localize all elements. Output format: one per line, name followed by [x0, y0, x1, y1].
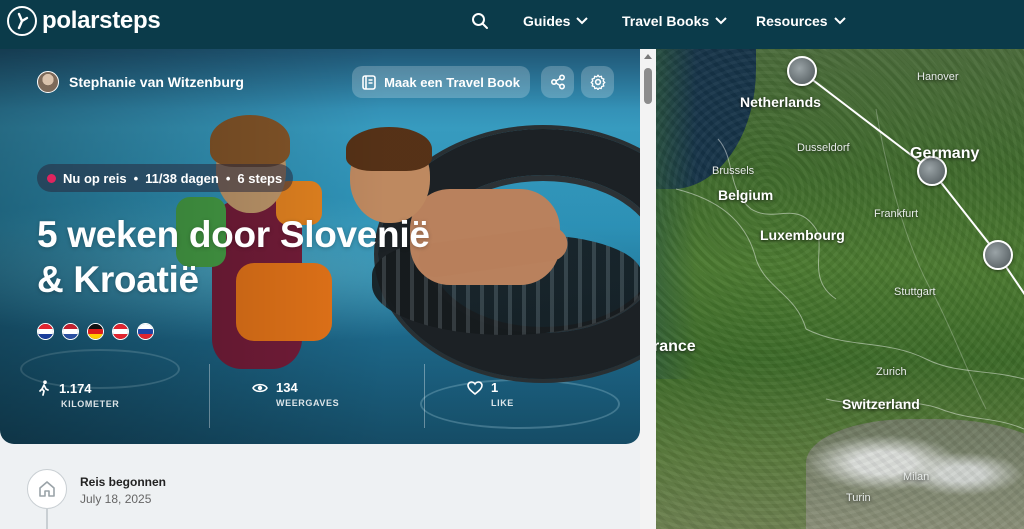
home-icon — [27, 469, 67, 509]
polarsteps-logo[interactable]: polarsteps — [7, 6, 161, 36]
trip-cover-photo: Stephanie van Witzenburg Maak een Travel… — [0, 49, 640, 444]
nav-travel-books-label: Travel Books — [622, 13, 710, 29]
top-navigation: polarsteps Guides Travel Books Resources — [0, 0, 1024, 49]
book-icon — [362, 74, 376, 90]
logo-text: polarsteps — [42, 7, 161, 34]
trip-days: 11/38 dagen — [145, 170, 219, 186]
create-travel-book-button[interactable]: Maak een Travel Book — [352, 66, 530, 98]
trip-stats: 1.174 KILOMETER 134 WEERGAVES 1 LIKE — [0, 364, 640, 444]
live-indicator-dot — [47, 173, 56, 183]
nav-guides[interactable]: Guides — [523, 13, 589, 29]
flag-icon-slovenia — [137, 323, 154, 340]
flag-icon-croatia — [37, 323, 54, 340]
timeline-start-title: Reis begonnen — [80, 475, 167, 489]
map-step-marker[interactable] — [787, 56, 817, 86]
map-label-netherlands: Netherlands — [740, 94, 821, 110]
author-name: Stephanie van Witzenburg — [69, 74, 244, 90]
stat-likes-label: LIKE — [491, 398, 514, 408]
map-label-luxembourg: Luxembourg — [760, 227, 845, 243]
map-label-frankfurt: Frankfurt — [874, 208, 919, 220]
stat-views-label: WEERGAVES — [276, 398, 340, 408]
share-button[interactable] — [541, 66, 574, 98]
stat-views-value: 134 — [276, 380, 298, 395]
map-label-switzerland: Switzerland — [842, 396, 920, 412]
settings-button[interactable] — [581, 66, 614, 98]
map-label-dusseldorf: Dusseldorf — [797, 142, 850, 154]
stat-distance-value: 1.174 — [59, 380, 92, 396]
scrollbar-thumb[interactable] — [644, 68, 652, 104]
scroll-up-arrow-icon[interactable] — [644, 54, 652, 59]
map-label-brussels: Brussels — [712, 165, 755, 177]
stat-distance-label: KILOMETER — [61, 399, 120, 409]
eye-icon — [252, 383, 268, 392]
trip-status-pill: Nu op reis • 11/38 dagen • 6 steps — [37, 164, 294, 192]
map-label-germany: Germany — [910, 145, 980, 162]
walker-icon — [39, 380, 49, 396]
timeline-start-date: July 18, 2025 — [80, 492, 152, 506]
trip-timeline: Reis begonnen July 18, 2025 — [0, 444, 640, 529]
trip-title: 5 weken door Slovenië & Kroatië — [37, 214, 430, 300]
separator: • — [133, 170, 139, 186]
trip-steps-count: 6 steps — [237, 170, 283, 186]
map-label-stuttgart: Stuttgart — [894, 286, 936, 298]
map-label-turin: Turin — [846, 492, 871, 504]
search-icon[interactable] — [471, 12, 491, 32]
trip-author[interactable]: Stephanie van Witzenburg — [37, 71, 244, 93]
map-label-zurich: Zurich — [876, 366, 907, 378]
gear-icon — [590, 74, 605, 90]
travel-book-label: Maak een Travel Book — [384, 74, 520, 90]
stat-likes[interactable]: 1 LIKE — [467, 380, 514, 408]
live-status: Nu op reis — [63, 170, 127, 186]
flag-icon-netherlands — [62, 323, 79, 340]
map-label-milan: Milan — [903, 471, 930, 483]
share-icon — [550, 74, 565, 90]
nav-resources[interactable]: Resources — [756, 13, 846, 29]
map-step-marker[interactable] — [983, 240, 1013, 270]
map-label-belgium: Belgium — [718, 187, 774, 203]
stat-likes-value: 1 — [491, 380, 499, 395]
country-flags — [37, 323, 154, 340]
heart-icon — [467, 380, 483, 395]
chevron-down-icon — [715, 17, 727, 25]
trip-panel: Stephanie van Witzenburg Maak een Travel… — [0, 49, 640, 529]
nav-resources-label: Resources — [756, 13, 828, 29]
flag-icon-germany — [87, 323, 104, 340]
map-borders — [675, 70, 1024, 430]
stat-views: 134 WEERGAVES — [252, 380, 339, 408]
route-line — [800, 70, 1024, 296]
trip-map[interactable]: Hanover Netherlands Germany Dusseldorf B… — [656, 49, 1024, 529]
map-label-hanover: Hanover — [917, 71, 959, 83]
nav-guides-label: Guides — [523, 13, 571, 29]
stat-distance: 1.174 KILOMETER — [37, 380, 119, 409]
separator: • — [225, 170, 231, 186]
nav-travel-books[interactable]: Travel Books — [622, 13, 727, 29]
flag-icon-austria — [112, 323, 129, 340]
chevron-down-icon — [833, 17, 846, 25]
avatar — [37, 71, 59, 93]
polarsteps-logo-icon — [7, 6, 37, 36]
map-label-france: rance — [656, 338, 696, 355]
chevron-down-icon — [576, 17, 589, 25]
trip-panel-scrollbar[interactable] — [640, 49, 656, 529]
